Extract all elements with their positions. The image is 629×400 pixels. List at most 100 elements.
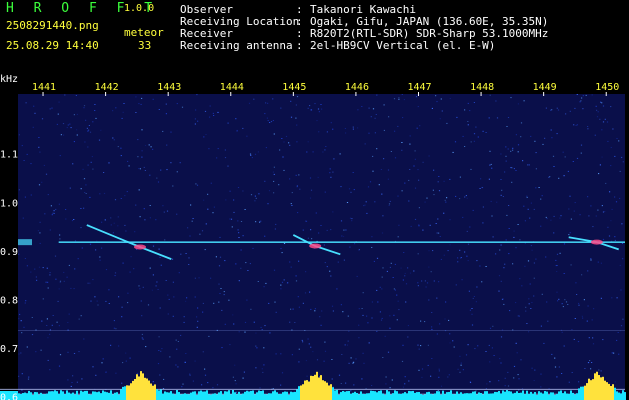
noise-speckle [186, 297, 188, 299]
y-axis-unit: kHz [0, 74, 18, 85]
noise-speckle [254, 195, 256, 197]
histogram-bar [18, 393, 20, 400]
noise-speckle [550, 129, 552, 131]
noise-speckle [237, 187, 240, 188]
noise-speckle [593, 308, 595, 310]
noise-speckle [112, 110, 114, 112]
noise-speckle [330, 229, 332, 231]
noise-speckle [345, 132, 347, 134]
noise-speckle [46, 267, 48, 269]
histogram-bar [140, 371, 142, 400]
noise-speckle [176, 103, 178, 105]
noise-speckle [295, 275, 297, 277]
histogram-bar [266, 394, 268, 400]
noise-speckle [159, 374, 161, 376]
noise-speckle [353, 384, 355, 386]
histogram-bar [218, 392, 220, 400]
noise-speckle [157, 181, 160, 183]
noise-speckle [436, 297, 438, 299]
noise-speckle [402, 344, 404, 346]
noise-speckle [159, 307, 161, 309]
noise-speckle [268, 190, 271, 192]
noise-speckle [610, 147, 612, 148]
noise-speckle [69, 123, 71, 125]
noise-speckle [418, 207, 420, 209]
noise-speckle [81, 378, 83, 380]
meteor-echo-head [134, 244, 146, 250]
histogram-bar [158, 390, 160, 400]
histogram-bar [160, 389, 162, 400]
noise-speckle [563, 243, 566, 245]
noise-speckle [177, 366, 179, 368]
histogram-bar [302, 384, 304, 400]
noise-speckle [185, 300, 187, 302]
noise-speckle [332, 211, 334, 213]
noise-speckle [474, 348, 476, 350]
noise-speckle [182, 383, 184, 385]
noise-speckle [620, 325, 623, 327]
noise-speckle [138, 189, 140, 191]
noise-speckle [25, 102, 27, 104]
noise-speckle [409, 169, 411, 170]
histogram-bar [102, 390, 104, 400]
histogram-bar [184, 393, 186, 400]
noise-speckle [82, 168, 84, 170]
noise-speckle [282, 156, 284, 158]
noise-speckle [446, 197, 448, 199]
noise-speckle [505, 155, 507, 157]
noise-speckle [250, 308, 252, 310]
noise-speckle [47, 337, 49, 339]
noise-speckle [464, 109, 466, 111]
histogram-bar [436, 391, 438, 400]
histogram-bar [144, 377, 146, 400]
histogram-bar [120, 389, 122, 400]
noise-speckle [218, 301, 220, 303]
noise-speckle [477, 345, 479, 347]
noise-speckle [117, 225, 119, 227]
noise-speckle [237, 229, 239, 231]
noise-speckle [496, 117, 499, 119]
noise-speckle [550, 219, 552, 221]
x-tick-label: 1449 [533, 82, 557, 93]
noise-speckle [233, 199, 235, 201]
histogram-bar [154, 384, 156, 400]
noise-speckle [417, 344, 419, 346]
histogram-bar [48, 391, 50, 400]
noise-speckle [219, 256, 222, 258]
noise-speckle [280, 384, 282, 386]
noise-speckle [20, 352, 22, 354]
noise-speckle [121, 117, 123, 119]
noise-speckle [18, 134, 20, 136]
noise-speckle [169, 356, 171, 358]
noise-speckle [563, 273, 565, 274]
noise-speckle [96, 240, 98, 242]
noise-speckle [184, 361, 186, 363]
noise-speckle [118, 345, 120, 347]
noise-speckle [498, 290, 500, 292]
noise-speckle [348, 362, 350, 364]
noise-speckle [229, 190, 231, 192]
noise-speckle [587, 196, 589, 198]
noise-speckle [517, 224, 519, 225]
noise-speckle [67, 124, 69, 126]
histogram-bar [106, 392, 108, 400]
noise-speckle [349, 246, 351, 248]
noise-speckle [397, 236, 399, 238]
noise-speckle [244, 321, 247, 323]
noise-speckle [87, 146, 89, 148]
histogram-bar [600, 377, 602, 400]
noise-speckle [213, 302, 215, 304]
noise-speckle [41, 118, 44, 120]
noise-speckle [227, 165, 229, 167]
histogram-bar [526, 390, 528, 400]
noise-speckle [498, 380, 500, 382]
noise-speckle [84, 141, 86, 143]
histogram-bar [370, 390, 372, 400]
noise-speckle [546, 301, 548, 303]
histogram-bar [592, 379, 594, 400]
noise-speckle [30, 163, 32, 165]
noise-speckle [368, 107, 370, 109]
noise-speckle [460, 362, 462, 364]
histogram-bar [440, 394, 442, 400]
noise-speckle [163, 378, 165, 380]
